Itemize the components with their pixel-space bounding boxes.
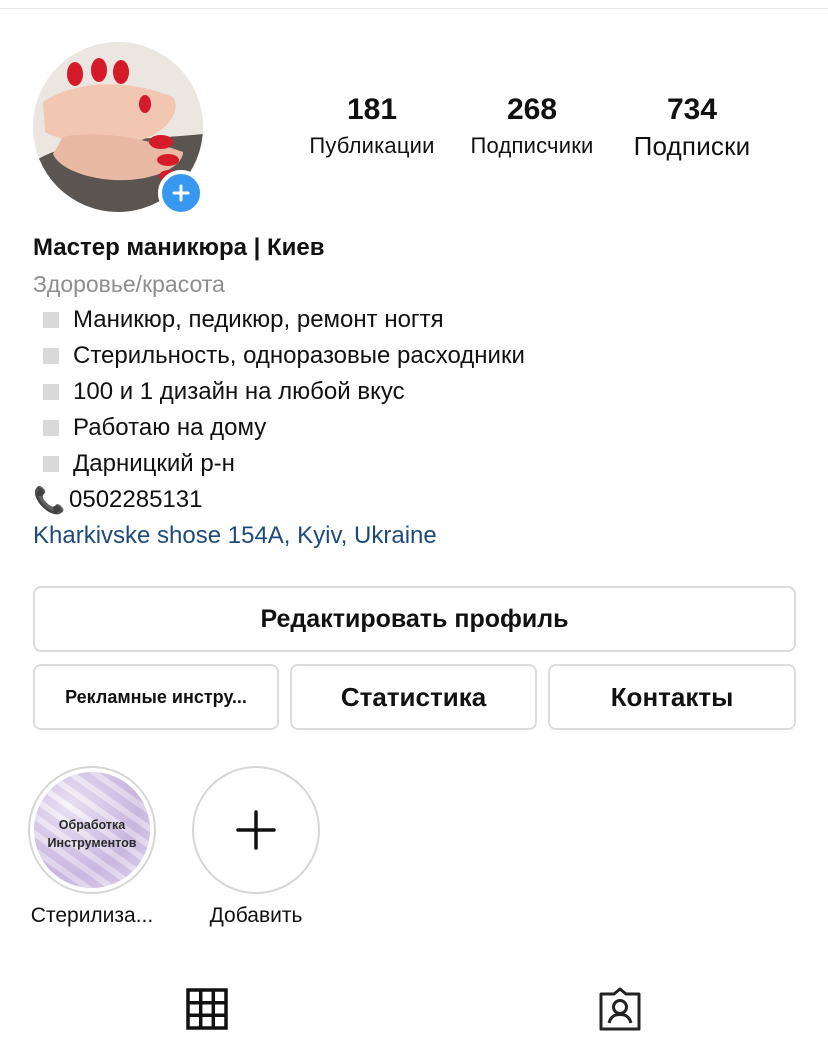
- bio-line: Стерильность, одноразовые расходники: [33, 338, 813, 374]
- phone-number[interactable]: 0502285131: [69, 482, 202, 518]
- highlight-ring: Обработка Инструментов: [28, 766, 156, 894]
- profile-category: Здоровье/красота: [33, 271, 225, 297]
- bio-line-text: Стерильность, одноразовые расходники: [73, 342, 525, 369]
- promo-tools-button[interactable]: Рекламные инстру...: [33, 664, 279, 730]
- grid-icon: [186, 988, 228, 1030]
- bio-line: Работаю на дому: [33, 410, 813, 446]
- highlight-sterilization[interactable]: Обработка Инструментов Стерилиза...: [17, 766, 167, 930]
- highlight-cover-text: Обработка Инструментов: [34, 816, 150, 852]
- highlight-cover-line: Обработка: [58, 818, 126, 832]
- bio-line-text: Работаю на дому: [73, 414, 267, 441]
- highlight-label: Добавить: [209, 904, 303, 927]
- gray-square-icon: [43, 384, 59, 400]
- gray-square-icon: [43, 456, 59, 472]
- followers-label: Подписчики: [470, 133, 594, 158]
- avatar-add-button[interactable]: [158, 170, 204, 216]
- profile-name: Мастер маникюра | Киев: [33, 234, 325, 261]
- highlight-add[interactable]: Добавить: [181, 766, 331, 930]
- bio-line: Маникюр, педикюр, ремонт ногтя: [33, 302, 813, 338]
- stat-following[interactable]: 734 Подписки: [622, 92, 762, 161]
- bio-line-text: Маникюр, педикюр, ремонт ногтя: [73, 306, 444, 333]
- following-label: Подписки: [633, 131, 751, 161]
- top-divider: [0, 8, 828, 9]
- plus-circle-icon: [172, 184, 190, 202]
- gray-square-icon: [43, 348, 59, 364]
- bio-line: 100 и 1 дизайн на любой вкус: [33, 374, 813, 410]
- edit-profile-button[interactable]: Редактировать профиль: [33, 586, 796, 652]
- bio-line-text: Дарницкий р-н: [73, 450, 235, 477]
- highlight-label: Стерилиза...: [30, 904, 154, 927]
- profile-bio: Мастер маникюра | Киев Здоровье/красота …: [33, 230, 813, 554]
- tab-posts-grid[interactable]: [183, 985, 231, 1033]
- telephone-icon: 📞: [33, 485, 66, 515]
- address-link[interactable]: Kharkivske shose 154A, Kyiv, Ukraine: [33, 518, 813, 554]
- tagged-person-icon: [599, 987, 641, 1031]
- followers-count: 268: [506, 93, 558, 126]
- plus-icon: [236, 810, 276, 850]
- contacts-button[interactable]: Контакты: [548, 664, 796, 730]
- posts-count: 181: [346, 93, 398, 126]
- highlight-cover-line: Инструментов: [47, 836, 137, 850]
- stat-followers[interactable]: 268 Подписчики: [458, 92, 606, 161]
- highlight-cover: Обработка Инструментов: [34, 772, 150, 888]
- tab-tagged[interactable]: [596, 985, 644, 1033]
- bio-phone[interactable]: 📞 0502285131: [33, 482, 813, 518]
- stat-posts[interactable]: 181 Публикации: [298, 92, 446, 161]
- gray-square-icon: [43, 312, 59, 328]
- gray-square-icon: [43, 420, 59, 436]
- bio-line: Дарницкий р-н: [33, 446, 813, 482]
- bio-line-text: 100 и 1 дизайн на любой вкус: [73, 378, 405, 405]
- following-count: 734: [666, 93, 718, 126]
- highlight-ring: [192, 766, 320, 894]
- statistics-button[interactable]: Статистика: [290, 664, 537, 730]
- posts-label: Публикации: [309, 133, 435, 158]
